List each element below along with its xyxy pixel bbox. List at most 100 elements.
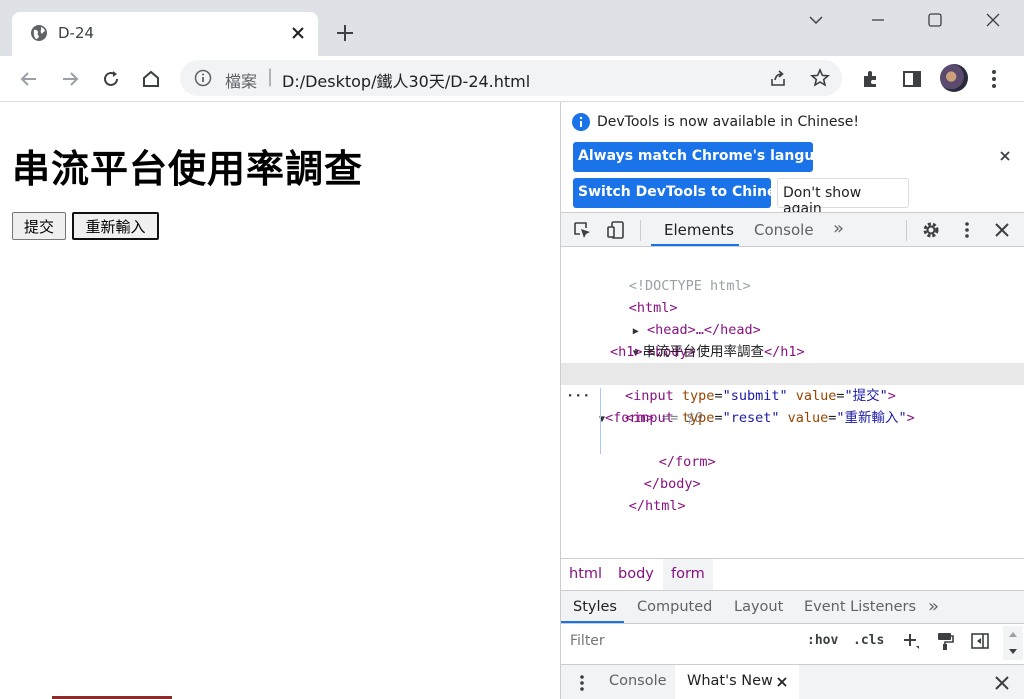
language-notice: DevTools is now available in Chinese! Al…: [561, 102, 1024, 217]
tab-console[interactable]: Console: [754, 221, 814, 239]
browser-tab[interactable]: D-24: [12, 12, 318, 56]
notice-text: DevTools is now available in Chinese!: [597, 114, 859, 130]
attr-value: "reset": [722, 410, 780, 426]
attr-value: "重新輸入": [836, 410, 907, 426]
forward-arrow-icon[interactable]: [59, 68, 81, 90]
input-close-bracket: >: [906, 410, 915, 426]
dom-node-form-selected[interactable]: ··· ▼<form> == $0: [561, 363, 1024, 426]
dom-node-html[interactable]: <html>: [561, 275, 1024, 316]
dom-node-h1[interactable]: <h1>串流平台使用率調查</h1>: [561, 341, 1024, 363]
html-close-tag: </html>: [628, 498, 686, 514]
close-devtools-icon[interactable]: [992, 220, 1012, 240]
site-info-icon[interactable]: [194, 69, 212, 87]
dom-node-input-reset[interactable]: <input type="reset" value="重新輸入">: [561, 407, 1024, 429]
url-text[interactable]: D:/Desktop/鐵人30天/D-24.html: [282, 68, 530, 92]
globe-icon: [31, 25, 47, 41]
active-tab-indicator: [651, 244, 739, 246]
bookmark-star-icon[interactable]: [810, 68, 830, 88]
dom-node-body-close[interactable]: </body>: [561, 451, 1024, 492]
url-separator: |: [267, 66, 274, 87]
reset-button[interactable]: 重新輸入: [72, 212, 159, 240]
scroll-up-icon[interactable]: [1008, 630, 1018, 638]
input-open-tag: <input: [625, 410, 674, 426]
drawer-tab-console[interactable]: Console: [609, 673, 667, 689]
share-icon[interactable]: [768, 68, 788, 88]
dom-node-body[interactable]: ▼ <body>: [561, 319, 1024, 360]
address-bar[interactable]: 檔案 | D:/Desktop/鐵人30天/D-24.html: [180, 60, 842, 96]
page-viewport: 串流平台使用率調查 提交 重新輸入: [0, 102, 560, 699]
close-tab-icon[interactable]: [774, 674, 790, 690]
hov-toggle[interactable]: :hov: [807, 633, 838, 648]
side-panel-icon[interactable]: [901, 68, 923, 90]
cls-toggle[interactable]: .cls: [853, 633, 884, 648]
devtools-drawer-tabbar: Console What's New: [561, 664, 1024, 699]
browser-toolbar: 檔案 | D:/Desktop/鐵人30天/D-24.html: [0, 56, 1024, 102]
submit-button[interactable]: 提交: [12, 212, 66, 240]
h1-open-tag: <h1>: [610, 344, 643, 360]
close-window-icon[interactable]: [983, 10, 1003, 30]
attr-value: "submit": [722, 388, 788, 404]
page-heading: 串流平台使用率調查: [12, 147, 364, 191]
attr-name: value: [787, 410, 829, 426]
dom-node-html-close[interactable]: </html>: [561, 473, 1024, 514]
toolbar-divider: [906, 220, 907, 241]
close-icon[interactable]: [997, 148, 1013, 164]
scrollbar[interactable]: [1003, 626, 1023, 660]
attr-value: "提交": [844, 388, 888, 404]
dont-show-again-button[interactable]: Don't show again: [777, 178, 909, 217]
new-tab-icon[interactable]: [334, 22, 356, 44]
new-style-rule-icon[interactable]: [901, 631, 921, 651]
tab-elements[interactable]: Elements: [664, 221, 734, 239]
breadcrumb-body[interactable]: body: [610, 559, 662, 590]
dom-node-head[interactable]: ▶ <head>…</head>: [561, 297, 1024, 338]
tab-computed[interactable]: Computed: [637, 599, 712, 615]
kebab-menu-icon[interactable]: [957, 220, 977, 240]
h1-text-node: 串流平台使用率調查: [642, 344, 765, 360]
styles-tabbar: Styles Computed Layout Event Listeners »: [561, 590, 1024, 624]
breadcrumb-html[interactable]: html: [561, 559, 610, 590]
dom-node-doctype[interactable]: <!DOCTYPE html>: [561, 253, 1024, 294]
minimize-icon[interactable]: [868, 10, 888, 30]
maximize-icon[interactable]: [925, 10, 945, 30]
extensions-puzzle-icon[interactable]: [860, 68, 882, 90]
attr-equals: =: [836, 388, 845, 404]
attr-name: value: [795, 388, 837, 404]
attr-name: type: [681, 388, 715, 404]
breadcrumb-form[interactable]: form: [663, 559, 713, 590]
scroll-down-icon[interactable]: [1008, 648, 1018, 656]
attr-equals: =: [714, 410, 723, 426]
drawer-menu-icon[interactable]: [572, 673, 592, 693]
input-close-bracket: >: [887, 388, 896, 404]
attr-equals: =: [714, 388, 723, 404]
toggle-sidebar-icon[interactable]: [970, 631, 990, 651]
tab-search-chevron-icon[interactable]: [806, 10, 826, 30]
reload-icon[interactable]: [100, 68, 122, 90]
chrome-menu-icon[interactable]: [983, 68, 1005, 90]
switch-to-chinese-button[interactable]: Switch DevTools to Chinese: [573, 178, 794, 208]
tab-styles[interactable]: Styles: [573, 599, 617, 615]
always-match-language-button[interactable]: Always match Chrome's language: [573, 142, 843, 172]
browser-titlebar: D-24: [0, 0, 1024, 56]
url-scheme-label: 檔案: [225, 72, 258, 91]
more-tabs-chevron[interactable]: »: [928, 596, 939, 617]
close-tab-icon[interactable]: [288, 23, 308, 43]
styles-filter-input[interactable]: [569, 628, 791, 654]
profile-avatar[interactable]: [940, 64, 968, 92]
device-toolbar-icon[interactable]: [606, 220, 626, 240]
dom-node-input-submit[interactable]: <input type="submit" value="提交">: [561, 385, 1024, 407]
tab-layout[interactable]: Layout: [734, 599, 783, 615]
inspect-element-icon[interactable]: [572, 220, 592, 240]
home-icon[interactable]: [140, 68, 162, 90]
paint-brush-icon[interactable]: [935, 631, 955, 651]
toolbar-divider: [640, 220, 641, 241]
settings-gear-icon[interactable]: [921, 220, 941, 240]
tab-event-listeners[interactable]: Event Listeners: [804, 599, 916, 615]
dom-tree: <!DOCTYPE html> <html> ▶ <head>…</head> …: [561, 248, 1024, 558]
dom-node-form-close[interactable]: </form>: [561, 429, 1024, 470]
h1-close-tag: </h1>: [764, 344, 805, 360]
more-tabs-chevron[interactable]: »: [833, 218, 844, 239]
back-arrow-icon[interactable]: [18, 68, 40, 90]
close-drawer-icon[interactable]: [992, 673, 1012, 693]
tab-title: D-24: [58, 24, 95, 42]
drawer-tab-whats-new[interactable]: What's New: [687, 673, 773, 689]
